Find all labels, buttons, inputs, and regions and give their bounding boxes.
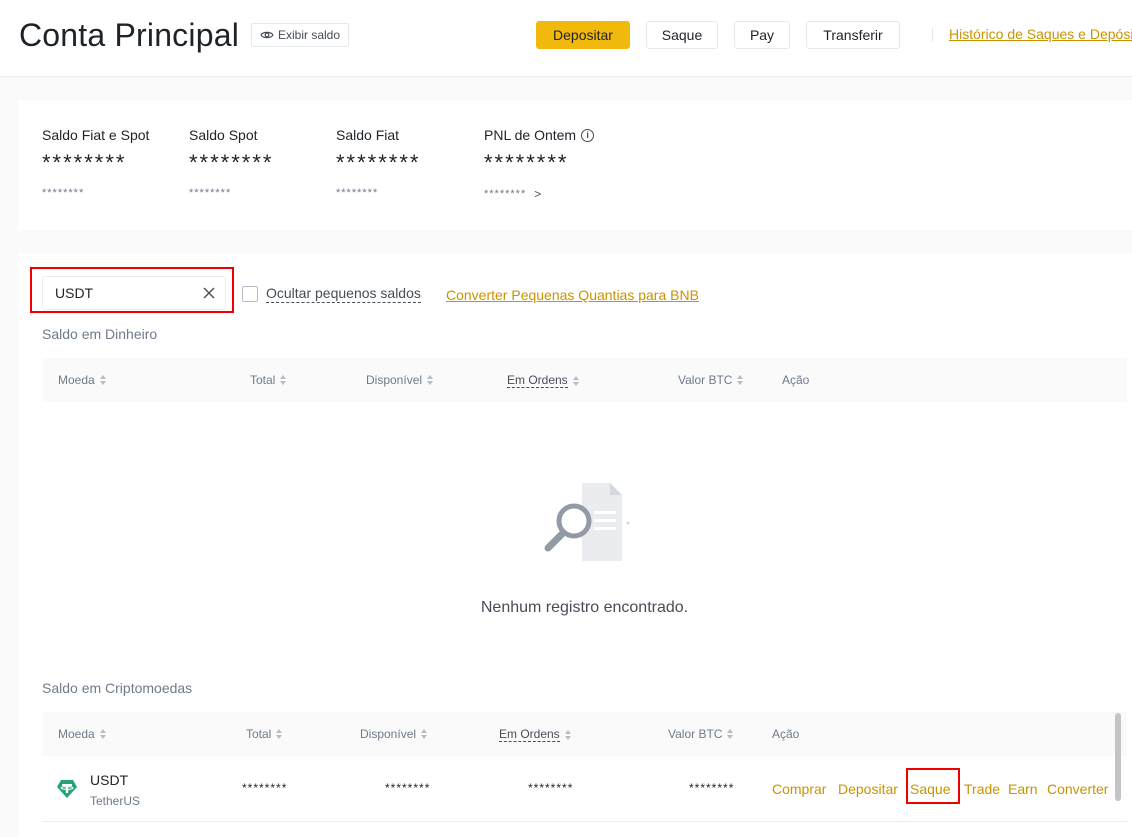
table-row: USDT TetherUS ******** ******** ********… bbox=[42, 756, 1127, 822]
coin-symbol: USDT bbox=[90, 772, 129, 788]
wallet-balances-card: Ocultar pequenos saldos Converter Pequen… bbox=[18, 253, 1132, 837]
sort-icon bbox=[564, 729, 571, 740]
column-header-coin[interactable]: Moeda bbox=[58, 373, 106, 387]
sort-icon bbox=[737, 375, 744, 385]
show-balance-toggle[interactable]: Exibir saldo bbox=[251, 23, 350, 47]
convert-link[interactable]: Converter bbox=[1047, 781, 1108, 797]
sort-icon bbox=[99, 375, 106, 385]
crypto-table-header: Moeda Total Disponível Em Ordens Valor B… bbox=[42, 712, 1127, 756]
deposit-button[interactable]: Depositar bbox=[536, 21, 630, 49]
empty-state: Nenhum registro encontrado. bbox=[42, 403, 1127, 623]
sort-icon bbox=[572, 375, 579, 386]
withdraw-button[interactable]: Saque bbox=[646, 21, 718, 49]
hide-small-balances[interactable]: Ocultar pequenos saldos bbox=[242, 285, 421, 303]
scrollbar-thumb[interactable] bbox=[1115, 713, 1121, 801]
coin-full-name: TetherUS bbox=[90, 794, 141, 808]
withdraw-highlight-box bbox=[906, 768, 960, 804]
eye-icon bbox=[260, 31, 274, 39]
close-icon[interactable] bbox=[201, 285, 217, 301]
hide-small-label: Ocultar pequenos saldos bbox=[266, 285, 421, 303]
balance-value: ******** bbox=[42, 150, 127, 175]
hide-small-checkbox[interactable] bbox=[242, 286, 258, 302]
balance-value: ******** bbox=[336, 150, 421, 175]
column-header-in-orders[interactable]: Em Ordens bbox=[507, 373, 579, 388]
sort-icon bbox=[276, 729, 283, 739]
pnl-details-link[interactable]: ******** > bbox=[484, 187, 594, 201]
balance-summary-card: Saldo Fiat e Spot ******** ******** Sald… bbox=[18, 100, 1132, 230]
btc-value: ******** bbox=[689, 781, 735, 795]
balance-sub-value: ******** bbox=[42, 187, 85, 199]
buy-link[interactable]: Comprar bbox=[772, 781, 826, 797]
column-header-coin[interactable]: Moeda bbox=[58, 727, 106, 741]
column-header-action: Ação bbox=[772, 727, 800, 741]
column-header-available[interactable]: Disponível bbox=[360, 727, 428, 741]
convert-small-to-bnb-link[interactable]: Converter Pequenas Quantias para BNB bbox=[446, 287, 699, 303]
search-field bbox=[42, 276, 226, 310]
earn-link[interactable]: Earn bbox=[1008, 781, 1038, 797]
balance-value: ******** bbox=[189, 150, 274, 175]
balance-label: PNL de Ontem bbox=[484, 127, 577, 143]
column-header-action: Ação bbox=[782, 373, 810, 387]
page-title: Conta Principal bbox=[19, 17, 239, 53]
total-value: ******** bbox=[242, 781, 288, 795]
balance-sub-value: ******** bbox=[336, 187, 379, 199]
cash-section-title: Saldo em Dinheiro bbox=[42, 326, 158, 342]
trade-link[interactable]: Trade bbox=[964, 781, 1000, 797]
balance-label: Saldo Fiat e Spot bbox=[42, 127, 150, 143]
sort-icon bbox=[727, 729, 734, 739]
search-input[interactable] bbox=[43, 285, 193, 301]
sort-icon bbox=[99, 729, 106, 739]
page-header: Conta Principal Exibir saldo Depositar S… bbox=[0, 0, 1132, 77]
balance-sub-value: ******** bbox=[189, 187, 232, 199]
balance-fiat: Saldo Fiat ******** ******** bbox=[336, 127, 421, 199]
tether-icon bbox=[57, 780, 77, 798]
column-header-total[interactable]: Total bbox=[250, 373, 287, 387]
column-header-total[interactable]: Total bbox=[246, 727, 283, 741]
column-header-btc-value[interactable]: Valor BTC bbox=[678, 373, 744, 387]
balance-sub-value: ******** bbox=[484, 188, 527, 200]
balance-fiat-spot: Saldo Fiat e Spot ******** ******** bbox=[42, 127, 149, 199]
sort-icon bbox=[421, 729, 428, 739]
pay-button[interactable]: Pay bbox=[734, 21, 790, 49]
sort-icon bbox=[280, 375, 287, 385]
crypto-section-title: Saldo em Criptomoedas bbox=[42, 680, 193, 696]
info-icon[interactable]: i bbox=[581, 128, 595, 142]
column-header-btc-value[interactable]: Valor BTC bbox=[668, 727, 734, 741]
in-orders-value: ******** bbox=[528, 781, 574, 795]
balance-pnl: PNL de Ontem i ******** ******** > bbox=[484, 127, 595, 201]
cash-table-header: Moeda Total Disponível Em Ordens Valor B… bbox=[42, 358, 1127, 402]
deposit-link[interactable]: Depositar bbox=[838, 781, 898, 797]
column-header-available[interactable]: Disponível bbox=[366, 373, 434, 387]
history-link[interactable]: Histórico de Saques e Depósitos bbox=[949, 26, 1132, 42]
balance-spot: Saldo Spot ******** ******** bbox=[189, 127, 274, 199]
chevron-right-icon: > bbox=[534, 187, 543, 201]
empty-state-text: Nenhum registro encontrado. bbox=[480, 599, 689, 616]
show-balance-label: Exibir saldo bbox=[278, 28, 341, 42]
balance-label: Saldo Fiat bbox=[336, 127, 400, 143]
header-divider bbox=[932, 28, 933, 42]
balance-value: ******** bbox=[484, 150, 569, 175]
transfer-button[interactable]: Transferir bbox=[806, 21, 900, 49]
column-header-in-orders[interactable]: Em Ordens bbox=[499, 727, 571, 742]
balance-label: Saldo Spot bbox=[189, 127, 258, 143]
sort-icon bbox=[427, 375, 434, 385]
no-results-icon bbox=[544, 483, 630, 561]
available-value: ******** bbox=[385, 781, 431, 795]
